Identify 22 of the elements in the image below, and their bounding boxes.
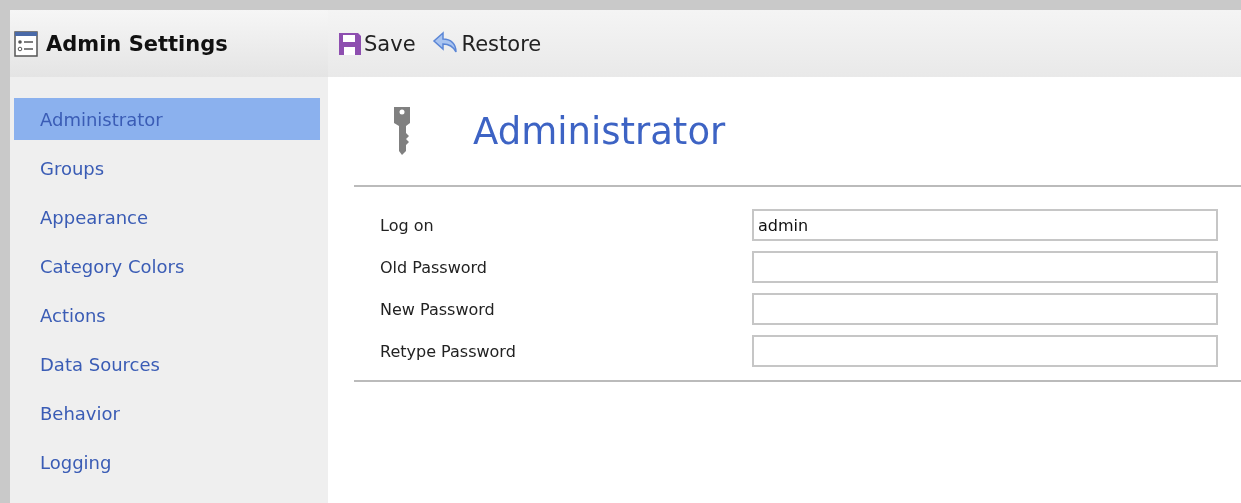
sidebar-item[interactable]: Behavior [14,392,320,434]
field-label: New Password [380,299,496,319]
field-label: Log on [380,215,435,235]
save-button[interactable]: Save [338,31,416,56]
field-label: Retype Password [380,341,517,361]
sidebar-item[interactable]: Groups [14,147,320,189]
key-icon [391,105,413,157]
sidebar-item[interactable]: Actions [14,294,320,336]
field-label: Old Password [380,257,488,277]
input-field[interactable]: admin [752,209,1218,241]
sidebar-item[interactable]: Appearance [14,196,320,238]
sidebar-item[interactable]: Category Colors [14,245,320,287]
input-field[interactable] [752,335,1218,367]
page-title: Administrator [473,109,726,153]
sidebar-item[interactable]: Administrator [14,98,320,140]
settings-list-icon [14,30,38,57]
input-field[interactable] [752,251,1218,283]
input-field[interactable] [752,293,1218,325]
restore-button[interactable]: Restore [431,30,542,57]
sidebar-item[interactable]: Logging [14,441,320,483]
window-title: Admin Settings [46,31,228,56]
sidebar-item[interactable]: Data Sources [14,343,320,385]
